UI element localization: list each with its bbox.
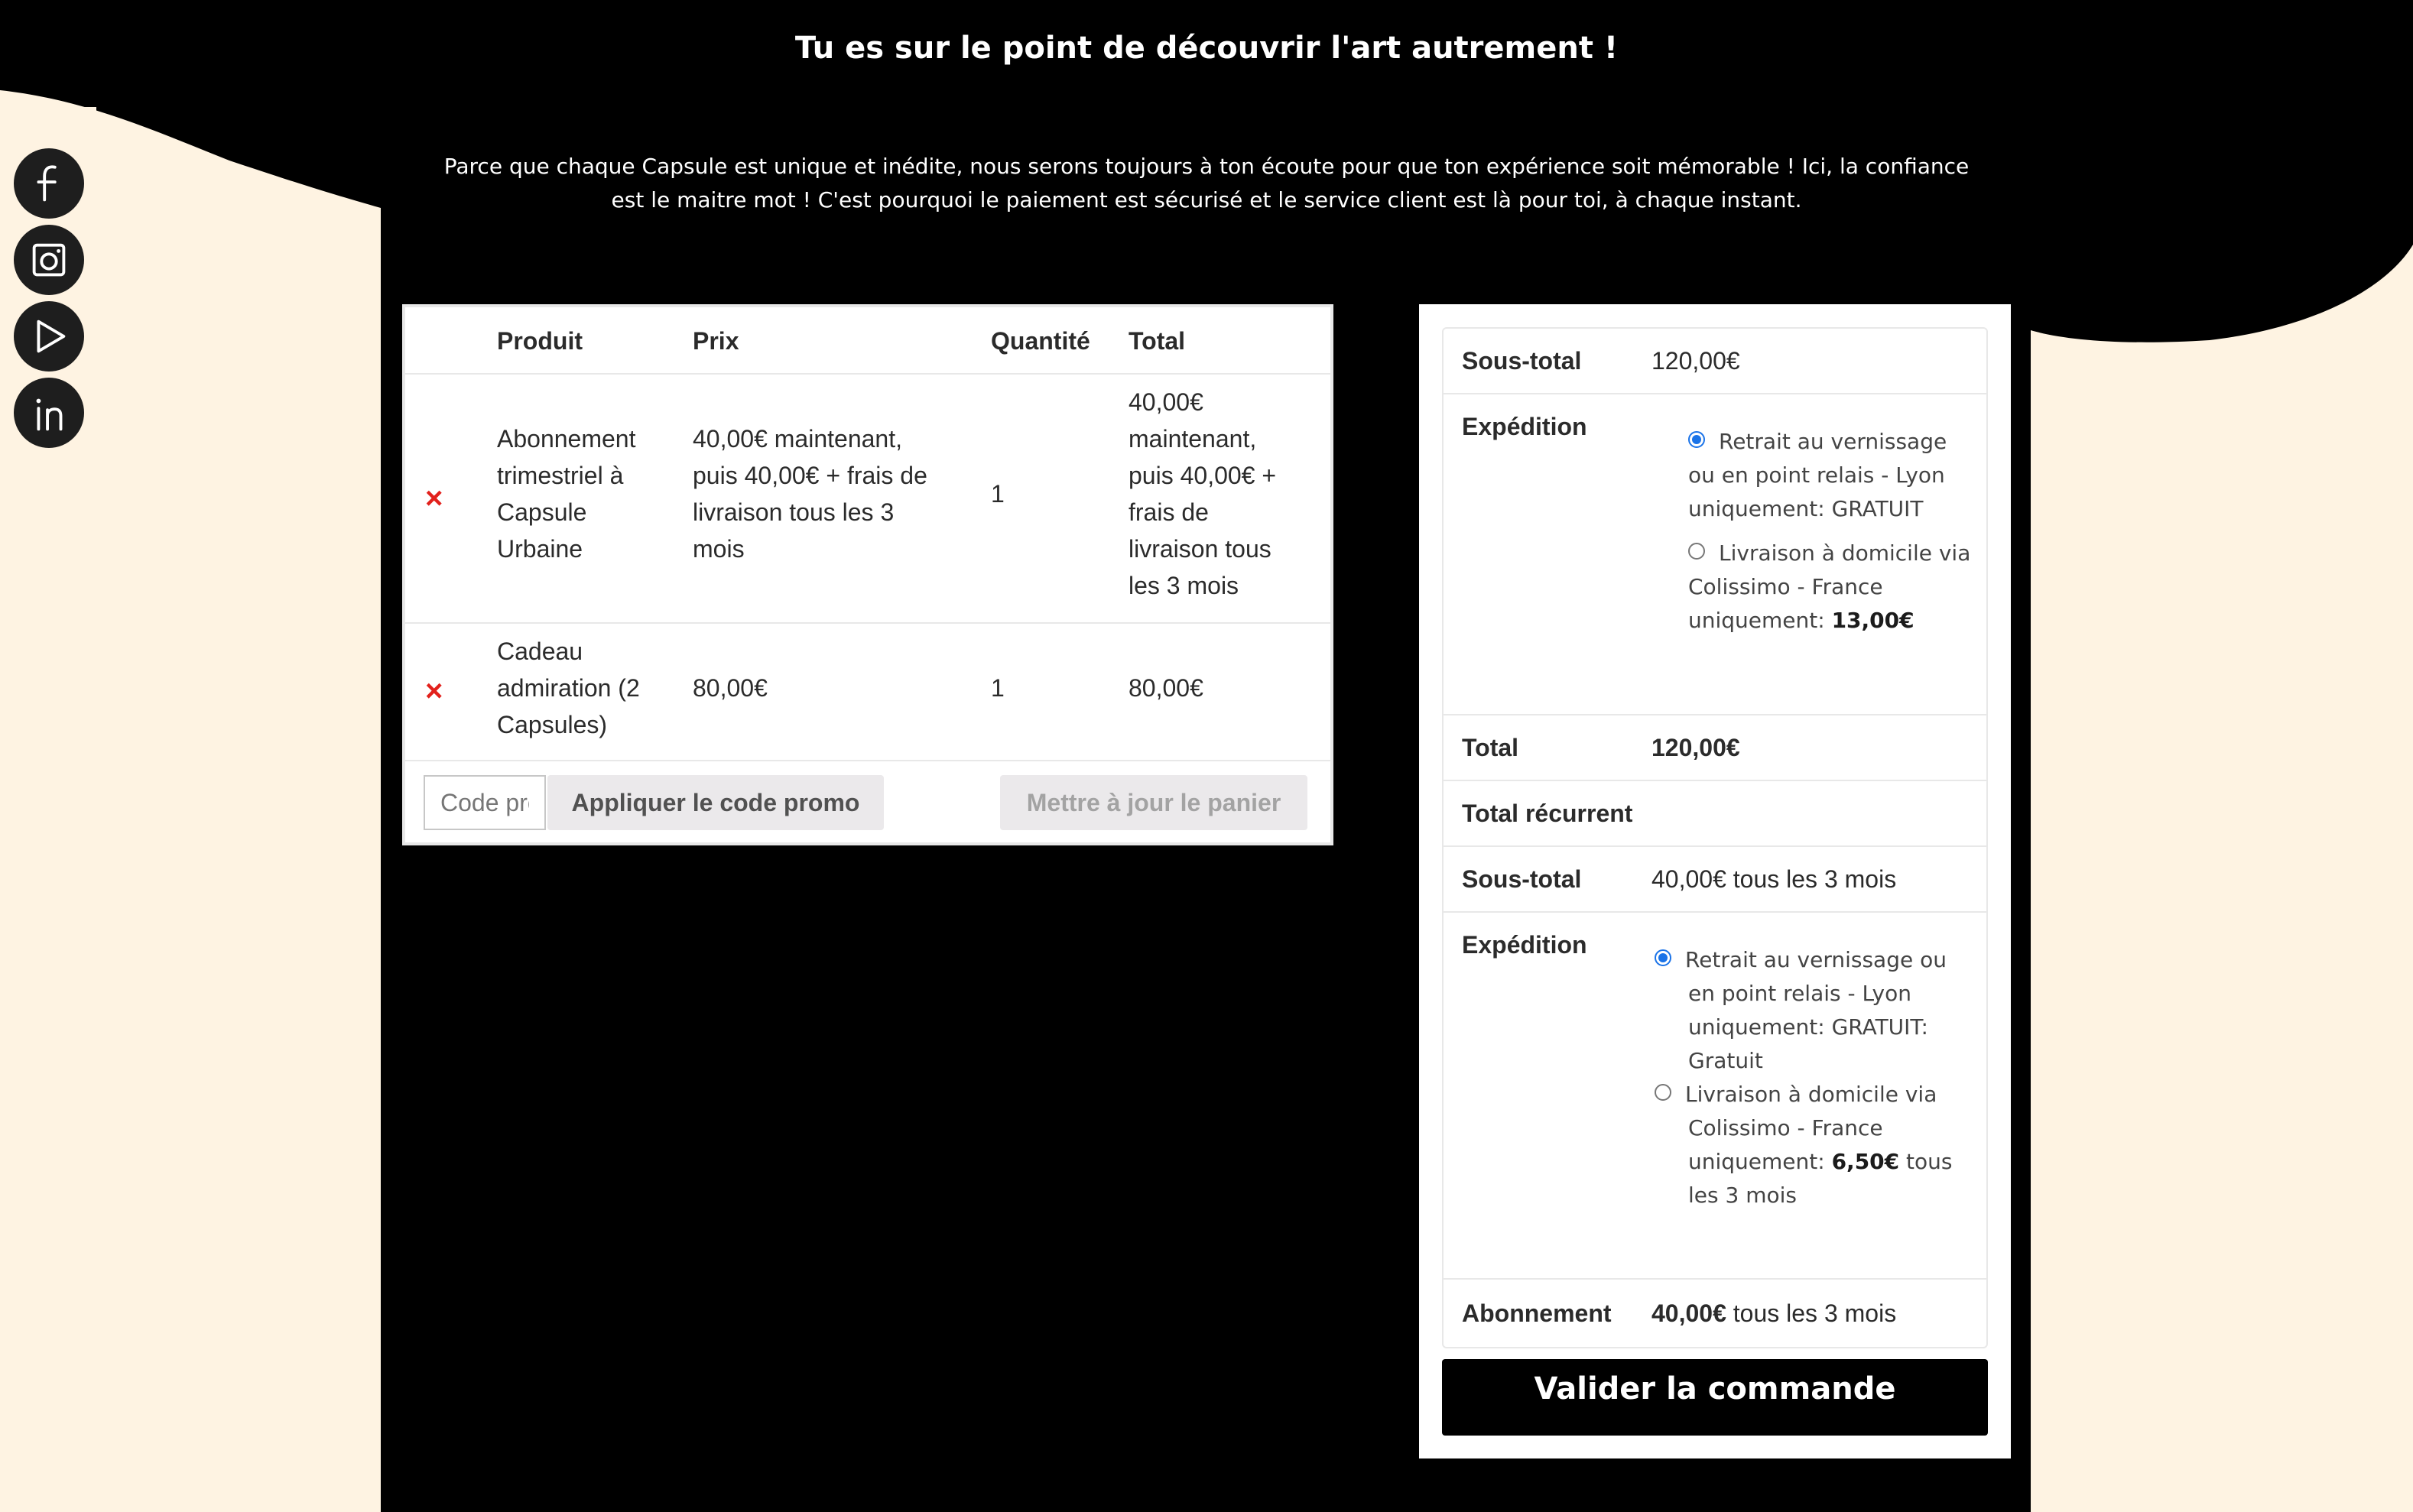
play-icon — [37, 320, 66, 353]
product-name[interactable]: Cadeau admiration (2 Capsules) — [497, 633, 673, 743]
video-button[interactable] — [14, 301, 84, 372]
header-total: Total — [1129, 327, 1186, 355]
subscription-row: Abonnement 40,00€ tous les 3 mois — [1444, 1280, 1986, 1347]
linkedin-button[interactable] — [14, 378, 84, 448]
cart-header-row: Produit Prix Quantité Total — [405, 307, 1330, 375]
product-subtotal: 80,00€ — [1129, 674, 1203, 702]
recurring-subtotal-value: 40,00€ tous les 3 mois — [1651, 865, 1897, 893]
remove-item-button[interactable]: × — [425, 676, 443, 706]
checkout-button[interactable]: Valider la commande — [1442, 1359, 1988, 1436]
remove-item-button[interactable]: × — [425, 483, 443, 514]
recurring-subtotal-row: Sous-total 40,00€ tous les 3 mois — [1444, 847, 1986, 913]
product-price: 80,00€ — [693, 674, 768, 702]
recurring-shipping-row: Expédition Retrait au vernissage ou en p… — [1444, 913, 1986, 1280]
product-quantity: 1 — [991, 674, 1005, 702]
total-label: Total — [1462, 734, 1519, 761]
subtotal-label: Sous-total — [1462, 347, 1582, 375]
intro-text: Parce que chaque Capsule est unique et i… — [443, 154, 1970, 213]
totals-table: Sous-total 120,00€ Expédition Retrait au… — [1442, 327, 1988, 1348]
subscription-value: 40,00€ tous les 3 mois — [1651, 1299, 1897, 1327]
product-quantity: 1 — [991, 480, 1005, 508]
subtotal-value: 120,00€ — [1651, 347, 1740, 375]
subscription-label: Abonnement — [1462, 1299, 1612, 1327]
shipping-price: 13,00€ — [1831, 608, 1914, 633]
instagram-icon — [32, 243, 66, 277]
header-product: Produit — [497, 327, 583, 355]
instagram-button[interactable] — [14, 225, 84, 295]
coupon-input[interactable] — [424, 775, 546, 830]
shipping-option-home[interactable]: Livraison à domicile via Colissimo - Fra… — [1688, 537, 1971, 638]
recurring-total-label: Total récurrent — [1462, 800, 1633, 827]
shipping-label: Expédition — [1462, 413, 1587, 440]
shipping-option-pickup[interactable]: Retrait au vernissage ou en point relais… — [1688, 425, 1971, 526]
linkedin-icon — [36, 398, 63, 431]
apply-coupon-button[interactable]: Appliquer le code promo — [547, 775, 884, 830]
header-quantity: Quantité — [991, 327, 1090, 355]
facebook-icon — [37, 165, 57, 202]
recurring-shipping-label: Expédition — [1462, 931, 1587, 959]
product-name[interactable]: Abonnement trimestriel à Capsule Urbaine — [497, 420, 673, 567]
product-subtotal: 40,00€ maintenant, puis 40,00€ + frais d… — [1129, 388, 1277, 599]
recurring-shipping-option-home[interactable]: Livraison à domicile via Colissimo - Fra… — [1655, 1078, 1976, 1212]
recurring-subtotal-label: Sous-total — [1462, 865, 1582, 893]
cart-table: Produit Prix Quantité Total × Abonnement… — [402, 304, 1333, 845]
product-price: 40,00€ maintenant, puis 40,00€ + frais d… — [693, 425, 927, 563]
recurring-shipping-option-pickup[interactable]: Retrait au vernissage ou en point relais… — [1655, 943, 1976, 1078]
recurring-header-row: Total récurrent — [1444, 781, 1986, 847]
page-title: Tu es sur le point de découvrir l'art au… — [794, 31, 1619, 66]
shipping-row: Expédition Retrait au vernissage ou en p… — [1444, 394, 1986, 715]
cart-item-row: × Abonnement trimestriel à Capsule Urbai… — [405, 375, 1330, 624]
subtotal-row: Sous-total 120,00€ — [1444, 329, 1986, 394]
social-sidebar — [0, 107, 96, 480]
header-price: Prix — [693, 327, 739, 355]
cart-totals: Sous-total 120,00€ Expédition Retrait au… — [1419, 304, 2011, 1458]
cart-item-row: × Cadeau admiration (2 Capsules) 80,00€ … — [405, 624, 1330, 761]
facebook-button[interactable] — [14, 148, 84, 219]
total-row: Total 120,00€ — [1444, 715, 1986, 781]
recurring-shipping-price: 6,50€ — [1831, 1149, 1900, 1174]
update-cart-button[interactable]: Mettre à jour le panier — [1000, 775, 1307, 830]
total-value: 120,00€ — [1651, 734, 1740, 761]
